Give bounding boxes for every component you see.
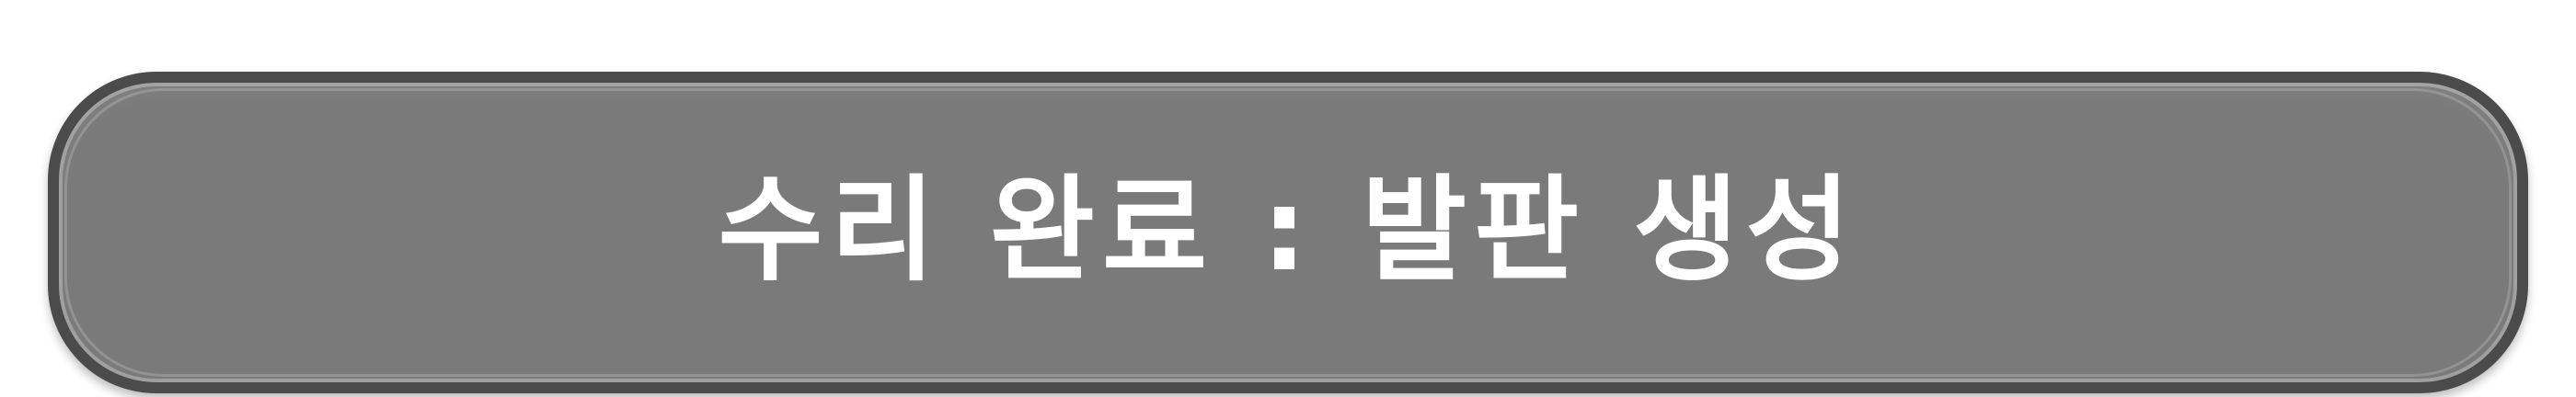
repair-complete-create-platform-button[interactable]: 수리 완료 : 발판 생성 — [48, 72, 2528, 393]
screen-canvas: 수리 완료 : 발판 생성 — [0, 0, 2576, 397]
button-label: 수리 완료 : 발판 생성 — [718, 164, 1858, 297]
